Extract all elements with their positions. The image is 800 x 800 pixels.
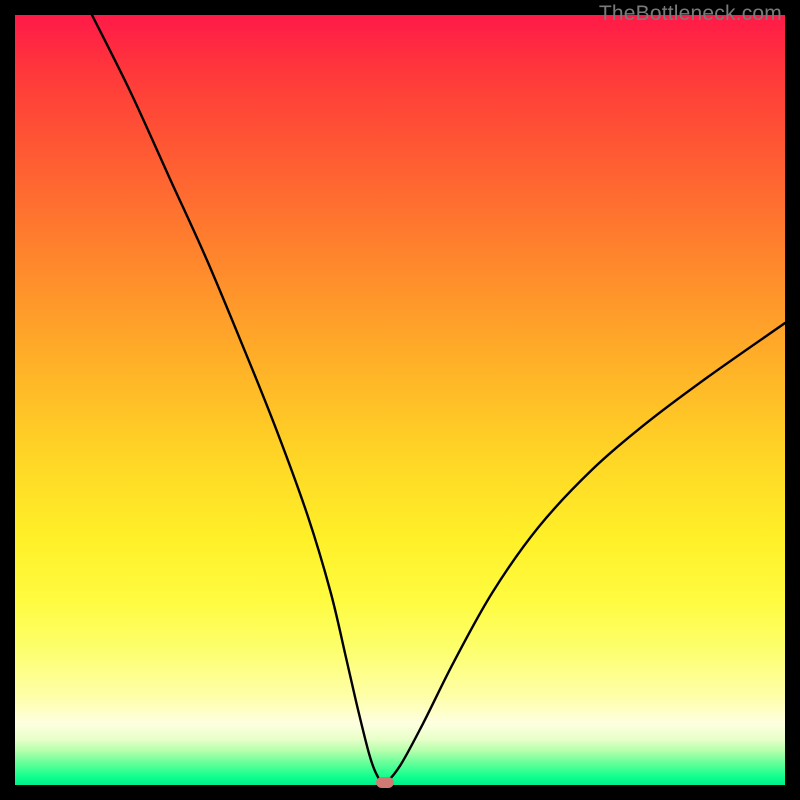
curve-layer [15,15,785,785]
watermark-text: TheBottleneck.com [599,2,782,26]
minimum-marker [376,777,394,788]
plot-area [15,15,785,785]
chart-stage: TheBottleneck.com [0,0,800,800]
bottleneck-curve [92,15,785,783]
